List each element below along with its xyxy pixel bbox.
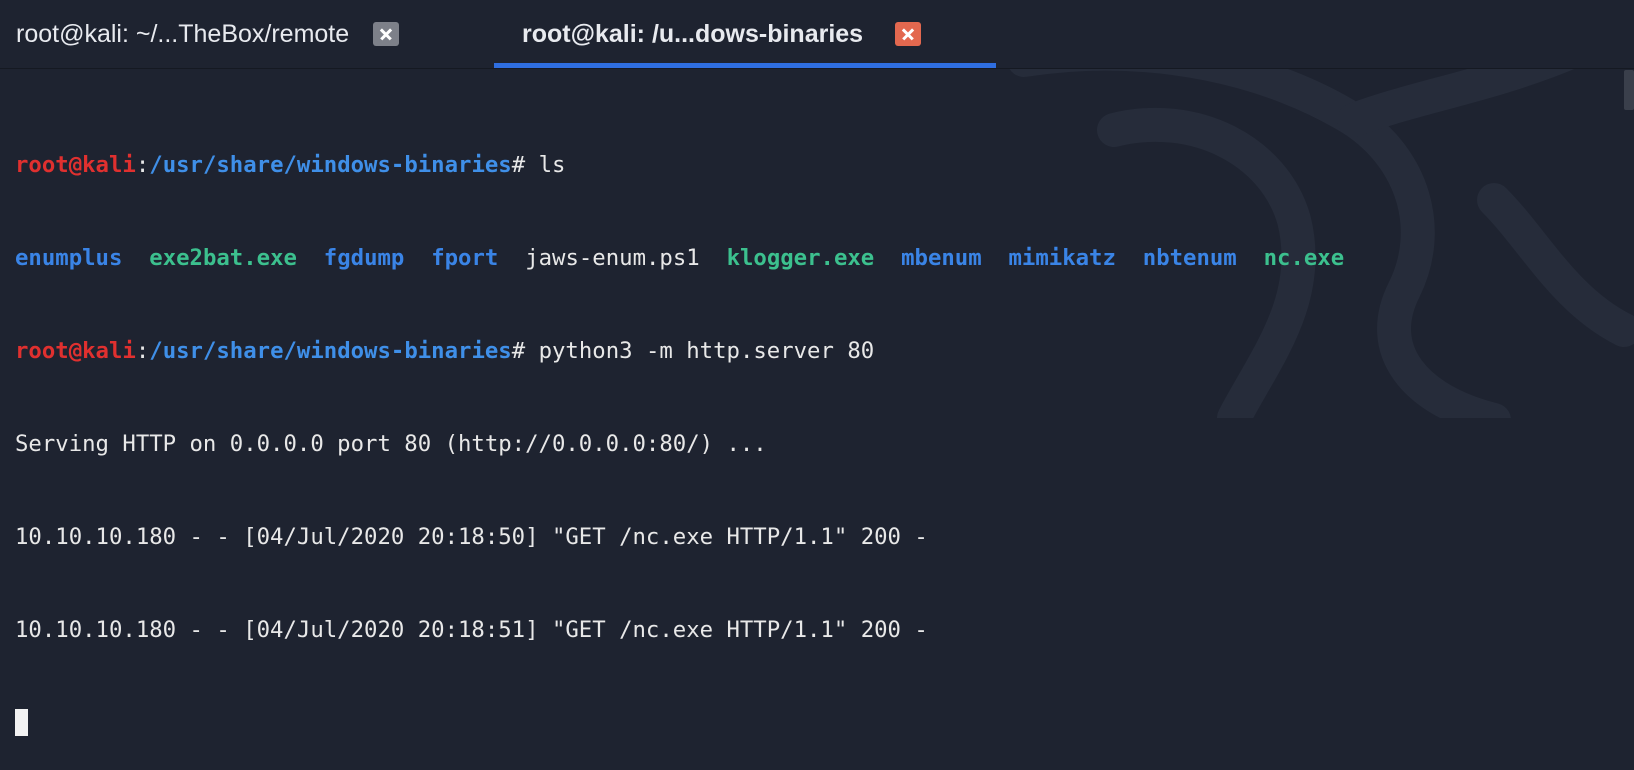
close-icon[interactable] [895,22,922,46]
close-icon[interactable] [373,22,400,46]
tab-label: root@kali: ~/...TheBox/remote [16,19,350,48]
cursor-line [15,708,1634,739]
prompt-path: /usr/share/windows-binaries [149,338,512,364]
ls-entry-exe: klogger.exe [726,245,875,271]
output-line: 10.10.10.180 - - [04/Jul/2020 20:18:50] … [15,524,928,550]
ls-entry-exe: nc.exe [1263,245,1345,271]
output-line: Serving HTTP on 0.0.0.0 port 80 (http://… [15,431,767,457]
command-text: python3 -m http.server 80 [525,338,875,364]
prompt-colon: : [135,152,150,178]
prompt-path: /usr/share/windows-binaries [149,152,512,178]
prompt-hash: # [511,338,526,364]
tab-label: root@kali: /u...dows-binaries [522,19,864,48]
ls-entry-dir: fport [431,245,499,271]
ls-entry-dir: mbenum [901,245,982,271]
terminal-line: root@kali:/usr/share/windows-binaries# p… [15,336,1634,367]
ls-entry-file: jaws-enum.ps1 [525,245,700,271]
tab-windows-binaries[interactable]: root@kali: /u...dows-binaries [494,0,996,68]
terminal-output[interactable]: root@kali:/usr/share/windows-binaries# l… [15,88,1634,770]
ls-entry-dir: mimikatz [1008,245,1116,271]
command-text: ls [525,152,566,178]
ls-entry-dir: enumplus [15,245,123,271]
ls-entry-exe: exe2bat.exe [149,245,297,271]
ls-entry-dir: nbtenum [1142,245,1237,271]
tab-remote[interactable]: root@kali: ~/...TheBox/remote [16,0,400,68]
terminal-cursor [15,709,28,736]
prompt-colon: : [135,338,150,364]
prompt-hash: # [511,152,526,178]
ls-entry-dir: fgdump [323,245,405,271]
ls-output-line: enumplus exe2bat.exe fgdump fport jaws-e… [15,243,1634,274]
prompt-user: root@kali [15,152,136,178]
prompt-user: root@kali [15,338,136,364]
terminal-line: root@kali:/usr/share/windows-binaries# l… [15,150,1634,181]
output-line: 10.10.10.180 - - [04/Jul/2020 20:18:51] … [15,617,928,643]
active-tab-indicator [494,63,996,68]
tab-bar: root@kali: ~/...TheBox/remote root@kali:… [0,0,1634,69]
